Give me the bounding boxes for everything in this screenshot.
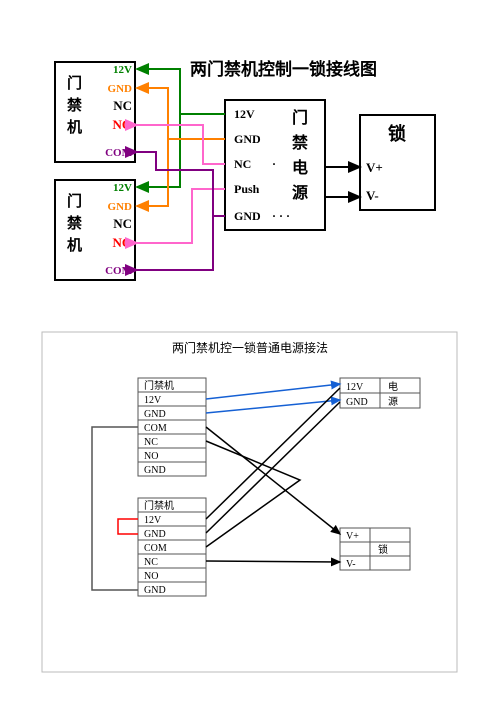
svg-text:电: 电 (388, 380, 398, 393)
diagram2-title: 两门禁机控一锁普通电源接法 (172, 340, 328, 355)
svg-text:V-: V- (346, 559, 356, 570)
lock-vplus: V+ (366, 160, 383, 175)
psu-pin-gnd1: GND (234, 132, 261, 146)
r1-pin-no: NO (113, 117, 133, 132)
svg-text:禁: 禁 (292, 134, 308, 152)
page: 两门禁机控制一锁接线图 门 禁 机 12V GND NC NO COM 门 禁 … (0, 0, 500, 707)
svg-text:NO: NO (144, 571, 158, 582)
diagram1-title: 两门禁机控制一锁接线图 (190, 59, 377, 79)
svg-text:· · ·: · · · (272, 209, 290, 223)
svg-text:COM: COM (144, 423, 167, 434)
svg-text:源: 源 (388, 395, 398, 408)
lock-label: 锁 (388, 123, 406, 144)
reader-1: 门 禁 机 12V GND NC NO COM (55, 62, 135, 162)
wiring-diagrams: 两门禁机控制一锁接线图 门 禁 机 12V GND NC NO COM 门 禁 … (0, 0, 500, 707)
reader2-label-c2: 禁 (67, 214, 82, 232)
diagram-1: 两门禁机控制一锁接线图 门 禁 机 12V GND NC NO COM 门 禁 … (55, 59, 435, 280)
svg-text:锁: 锁 (378, 543, 388, 556)
r1-pin-12v: 12V (113, 64, 132, 76)
psu-pin-12v: 12V (234, 107, 255, 121)
reader2-label-c3: 机 (67, 236, 82, 254)
svg-text:门禁机: 门禁机 (144, 499, 174, 512)
svg-text:GND: GND (144, 529, 166, 540)
d2-reader-2: 门禁机 12V GND COM NC NO GND (138, 498, 206, 596)
reader-2: 门 禁 机 12V GND NC NO COM (55, 180, 135, 280)
svg-text:NO: NO (144, 451, 158, 462)
r2-pin-gnd: GND (108, 201, 133, 213)
diagram-2: 两门禁机控一锁普通电源接法 门禁机 12V GND COM NC NO GND (42, 332, 457, 672)
reader2-label-c1: 门 (67, 192, 82, 210)
svg-text:12V: 12V (346, 382, 364, 393)
reader1-label-c3: 机 (67, 118, 82, 136)
reader1-label-c2: 禁 (67, 96, 82, 114)
svg-text:源: 源 (292, 183, 308, 202)
r2-pin-nc: NC (113, 216, 132, 231)
r1-pin-com: COM (105, 147, 133, 159)
svg-text:GND: GND (346, 397, 368, 408)
psu: 门 禁 电 源 12V GND NC · Push GND · · · (225, 100, 325, 230)
psu-pin-nc: NC (234, 157, 251, 171)
svg-text:GND: GND (144, 585, 166, 596)
svg-text:12V: 12V (144, 395, 162, 406)
d2-lock: V+ 锁 V- (340, 528, 410, 570)
r2-pin-12v: 12V (113, 182, 132, 194)
lock-box: 锁 V+ V- (360, 115, 435, 210)
svg-text:12V: 12V (144, 515, 162, 526)
svg-text:GND: GND (144, 465, 166, 476)
reader1-label-c1: 门 (67, 74, 82, 92)
r1-pin-nc: NC (113, 98, 132, 113)
d2-reader-1: 门禁机 12V GND COM NC NO GND (138, 378, 206, 476)
d2-wires (92, 384, 340, 590)
r1-pin-gnd: GND (108, 83, 133, 95)
psu-pin-push: Push (234, 182, 260, 196)
svg-text:NC: NC (144, 557, 158, 568)
svg-text:V+: V+ (346, 531, 359, 542)
svg-text:·: · (272, 157, 276, 171)
psu-pin-gnd2: GND (234, 209, 261, 223)
svg-text:电: 电 (292, 158, 308, 177)
svg-text:门禁机: 门禁机 (144, 379, 174, 392)
lock-vminus: V- (366, 188, 379, 203)
svg-text:GND: GND (144, 409, 166, 420)
svg-text:门: 门 (292, 108, 308, 127)
svg-text:NC: NC (144, 437, 158, 448)
svg-text:COM: COM (144, 543, 167, 554)
r2-pin-no: NO (113, 235, 133, 250)
r2-pin-com: COM (105, 265, 133, 277)
d2-psu: 12V GND 电 源 (340, 378, 420, 408)
